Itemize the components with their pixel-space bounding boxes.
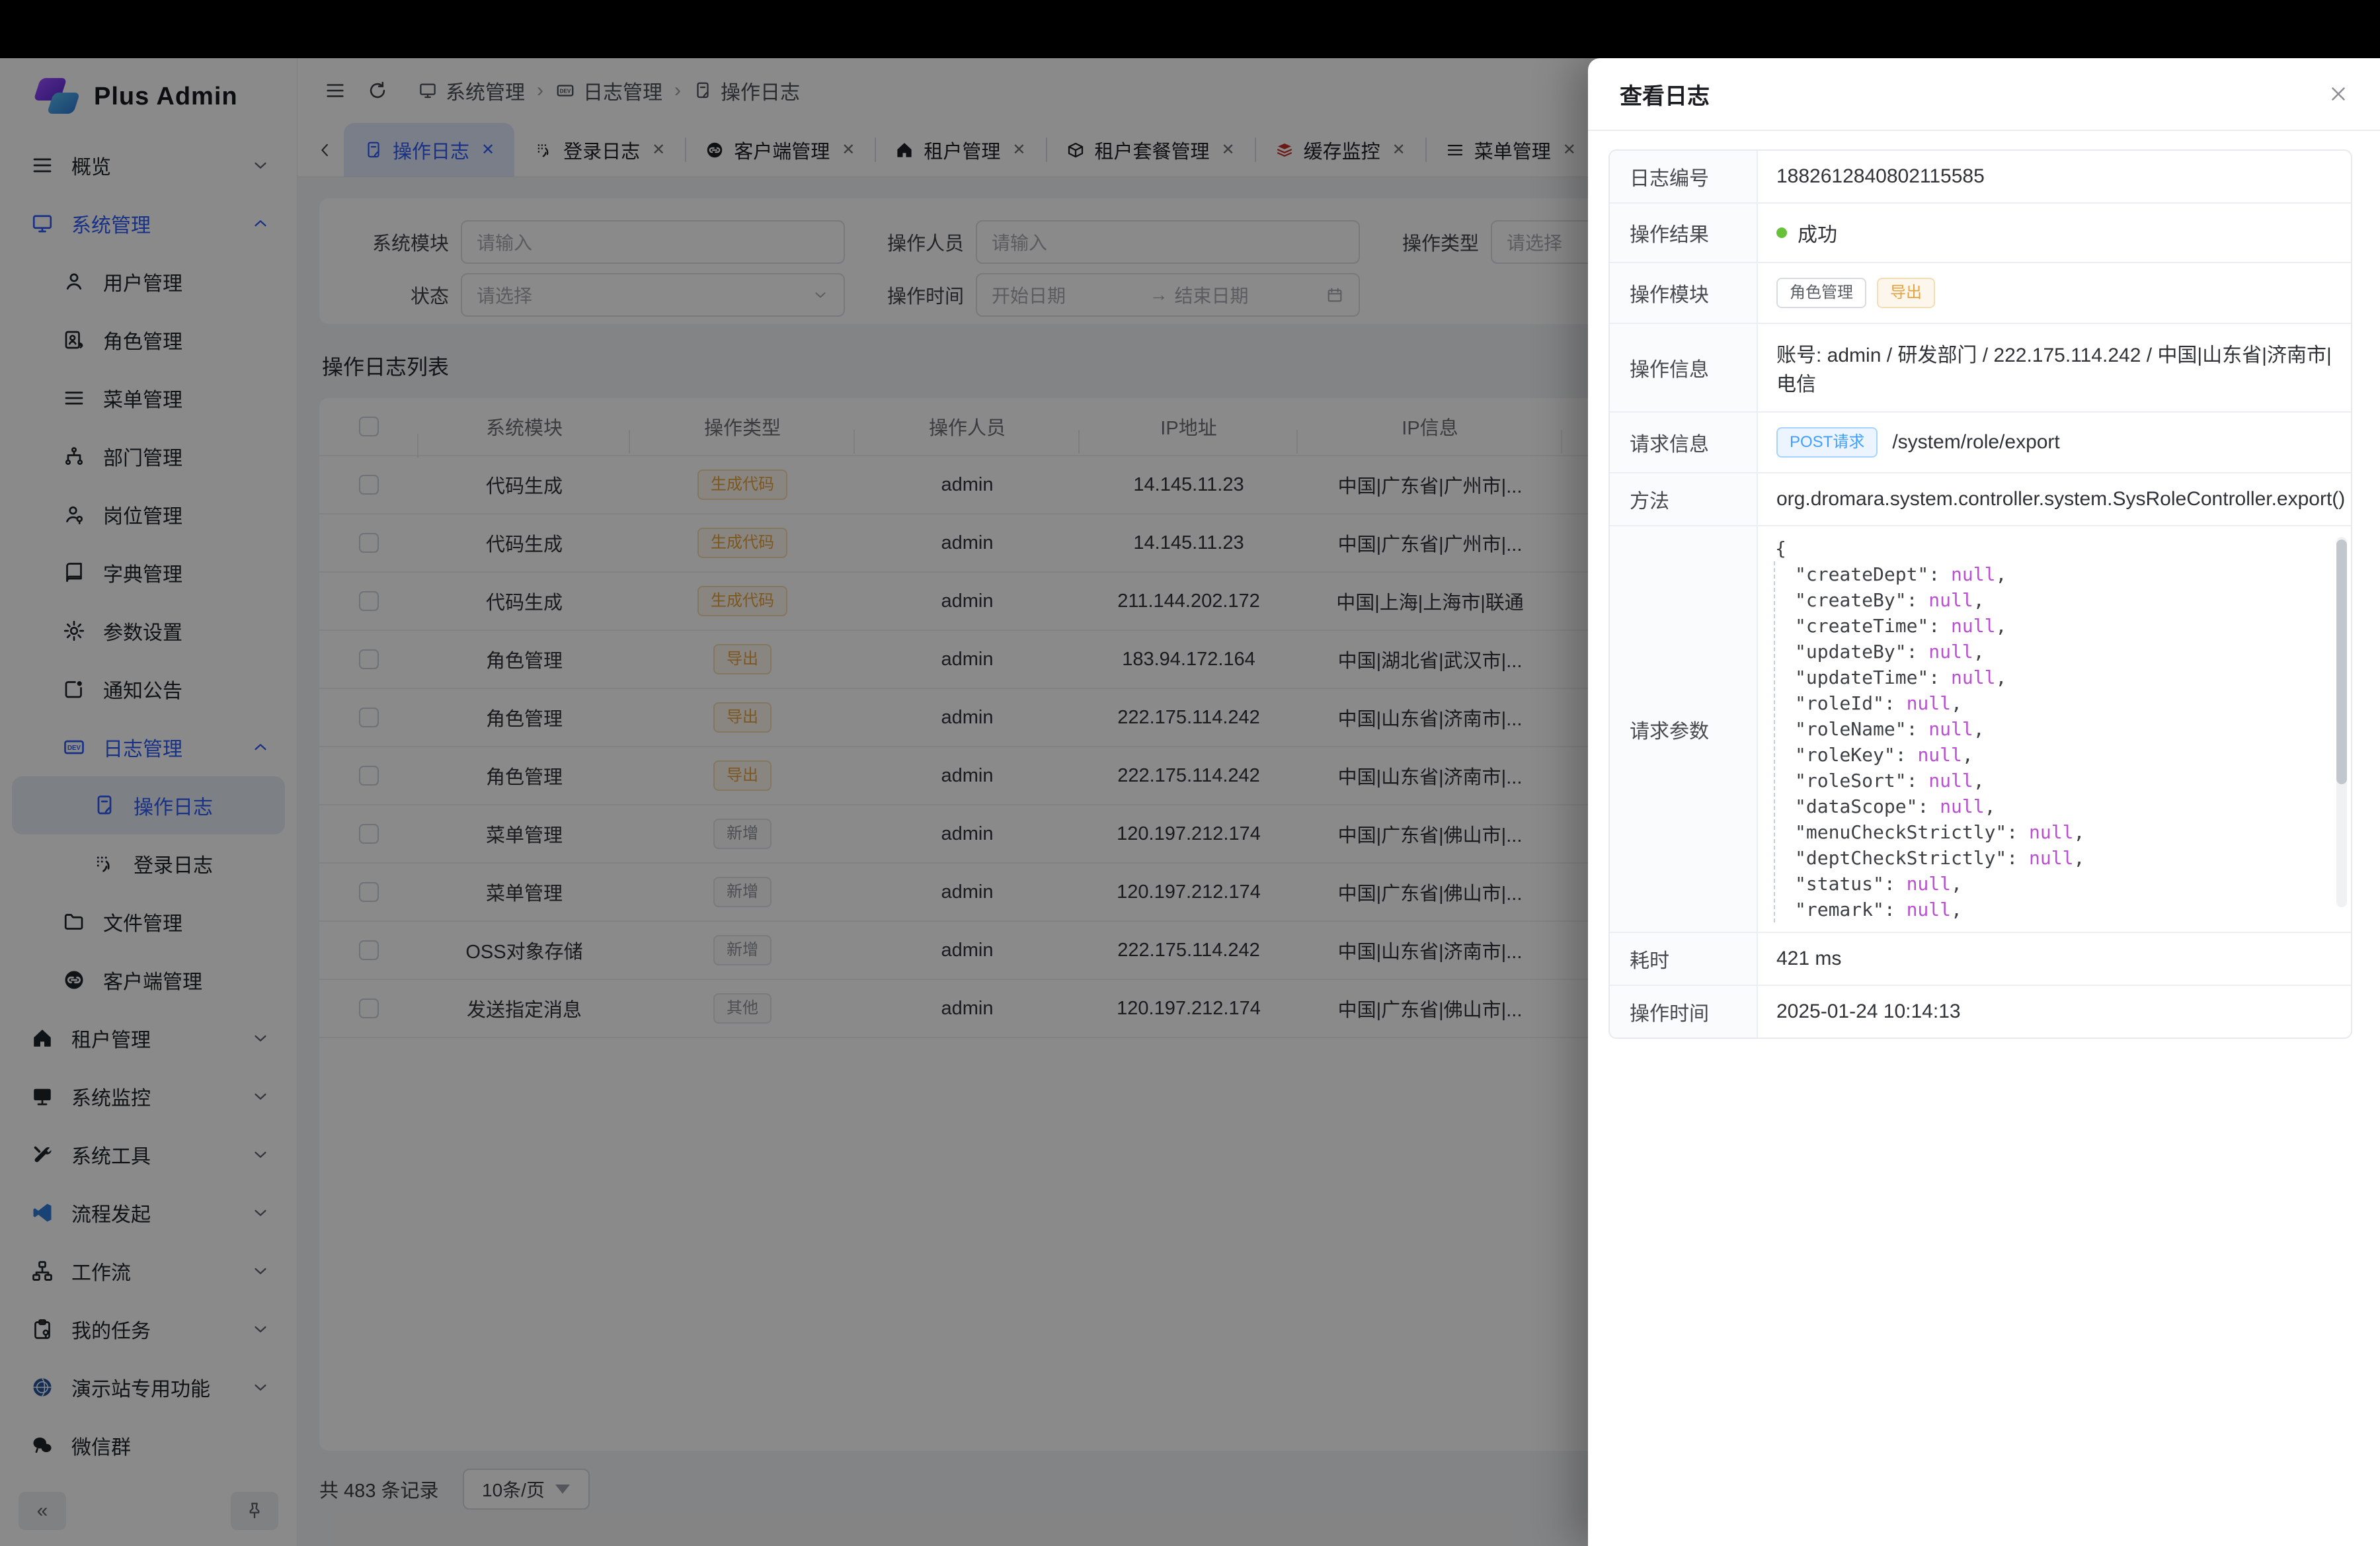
code-line: "roleName": null, (1795, 716, 2331, 742)
result-value: 成功 (1758, 204, 2351, 262)
drawer-body: 日志编号 1882612840802115585 操作结果 成功 操作模块 角色… (1588, 131, 2380, 1039)
detail-row-params: 请求参数 { "createDept": null,"createBy": nu… (1610, 526, 2351, 933)
code-line: "updateTime": null, (1795, 665, 2331, 690)
detail-row-result: 操作结果 成功 (1610, 204, 2351, 263)
module-tag: 角色管理 (1776, 278, 1866, 308)
code-line: "remark": null, (1795, 897, 2331, 922)
post-method-tag: POST请求 (1776, 427, 1878, 458)
request-params-code[interactable]: { "createDept": null,"createBy": null,"c… (1758, 526, 2351, 932)
log-detail-table: 日志编号 1882612840802115585 操作结果 成功 操作模块 角色… (1608, 149, 2352, 1039)
code-line: "roleKey": null, (1795, 742, 2331, 768)
operation-info-value: 账号: admin / 研发部门 / 222.175.114.242 / 中国|… (1758, 324, 2351, 411)
code-line: "roleSort": null, (1795, 768, 2331, 793)
duration-value: 421 ms (1758, 933, 2351, 985)
code-line: "status": null, (1795, 871, 2331, 897)
code-line: "createBy": null, (1795, 587, 2331, 613)
code-line: "createTime": null, (1795, 613, 2331, 639)
drawer-header: 查看日志 (1588, 58, 2380, 131)
detail-row-log-id: 日志编号 1882612840802115585 (1610, 151, 2351, 204)
detail-row-module: 操作模块 角色管理 导出 (1610, 263, 2351, 324)
code-line: "createDept": null, (1795, 561, 2331, 587)
close-icon[interactable] (2327, 83, 2350, 105)
code-line: "deptCheckStrictly": null, (1795, 845, 2331, 871)
screen: Plus Admin 概览 系统管理 用户管理 角色管理 菜单管理 部门管理 岗… (0, 0, 2380, 1546)
method-value: org.dromara.system.controller.system.Sys… (1758, 473, 2352, 525)
log-id-value: 1882612840802115585 (1758, 151, 2351, 202)
request-url: /system/role/export (1892, 431, 2059, 454)
code-line: "updateBy": null, (1795, 639, 2331, 665)
detail-row-method: 方法 org.dromara.system.controller.system.… (1610, 473, 2351, 526)
code-open-brace: { (1763, 536, 2331, 561)
close-icon (2327, 83, 2350, 105)
success-dot-icon (1776, 227, 1787, 238)
detail-row-info: 操作信息 账号: admin / 研发部门 / 222.175.114.242 … (1610, 324, 2351, 413)
code-line: "menuCheckStrictly": null, (1795, 819, 2331, 845)
code-line: "dataScope": null, (1795, 793, 2331, 819)
code-line: "roleId": null, (1795, 690, 2331, 716)
detail-row-request: 请求信息 POST请求 /system/role/export (1610, 413, 2351, 473)
code-lines: "createDept": null,"createBy": null,"cre… (1774, 561, 2331, 922)
view-log-drawer: 查看日志 日志编号 1882612840802115585 操作结果 成功 操作… (1588, 58, 2380, 1546)
drawer-title: 查看日志 (1620, 78, 1710, 110)
detail-row-duration: 耗时 421 ms (1610, 933, 2351, 986)
detail-row-time: 操作时间 2025-01-24 10:14:13 (1610, 986, 2351, 1037)
operation-time-value: 2025-01-24 10:14:13 (1758, 986, 2351, 1037)
code-scrollbar[interactable] (2336, 537, 2347, 907)
operation-type-tag: 导出 (1877, 278, 1935, 308)
